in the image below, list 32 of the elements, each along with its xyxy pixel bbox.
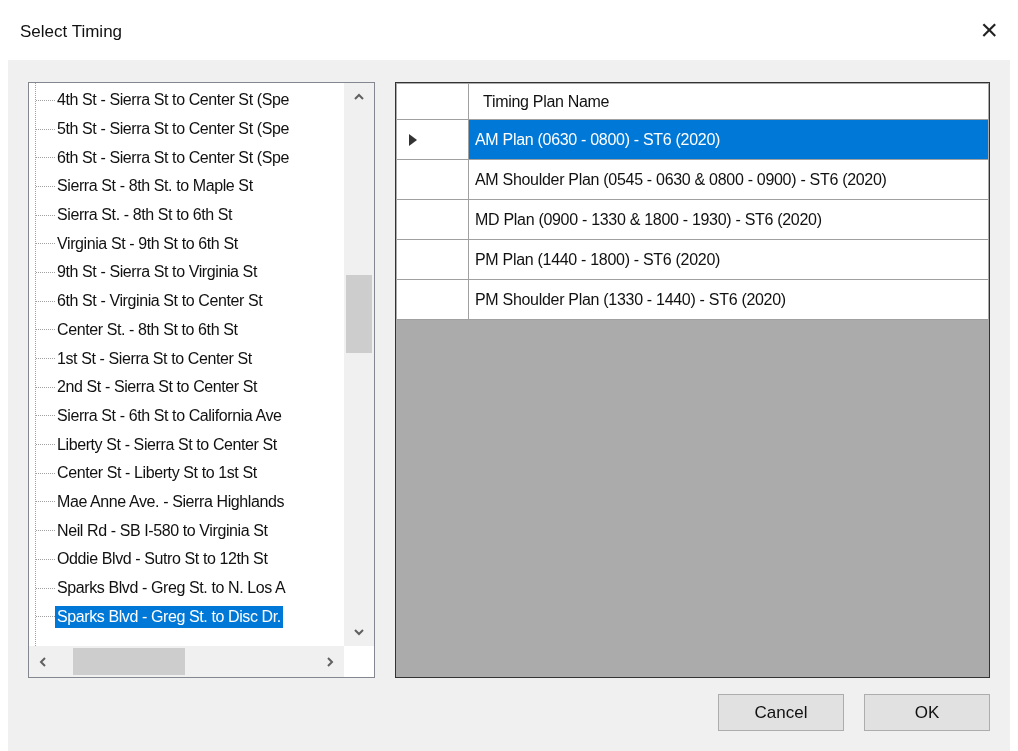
tree-item[interactable]: Oddie Blvd - Sutro St to 12th St bbox=[55, 548, 270, 571]
table-cell[interactable]: AM Plan (0630 - 0800) - ST6 (2020) bbox=[469, 120, 988, 159]
tree-item[interactable]: Sparks Blvd - Greg St. to N. Los A bbox=[55, 577, 288, 600]
scroll-left-icon[interactable] bbox=[37, 655, 49, 668]
tree-item[interactable]: 9th St - Sierra St to Virginia St bbox=[55, 261, 259, 284]
window-title: Select Timing bbox=[20, 21, 123, 44]
tree-item[interactable]: 6th St - Sierra St to Center St (Spe bbox=[55, 146, 291, 169]
tree-item[interactable]: Sierra St - 8th St. to Maple St bbox=[55, 175, 255, 198]
tree-item[interactable]: Liberty St - Sierra St to Center St bbox=[55, 433, 279, 456]
tree-item[interactable]: Sierra St. - 8th St to 6th St bbox=[55, 204, 235, 227]
close-button[interactable]: × bbox=[976, 15, 1002, 45]
tree-item[interactable]: 4th St - Sierra St to Center St (Spe bbox=[55, 89, 291, 112]
cancel-button[interactable]: Cancel bbox=[718, 694, 844, 731]
scroll-right-icon[interactable] bbox=[324, 655, 336, 668]
scrollbar-thumb[interactable] bbox=[346, 275, 372, 353]
scroll-down-icon[interactable] bbox=[353, 626, 365, 638]
current-row-icon bbox=[409, 133, 417, 146]
tree-item[interactable]: Sierra St - 6th St to California Ave bbox=[55, 404, 284, 427]
tree-item[interactable]: 1st St - Sierra St to Center St bbox=[55, 347, 254, 370]
vertical-scrollbar[interactable] bbox=[344, 83, 374, 646]
scrollbar-thumb[interactable] bbox=[73, 648, 185, 675]
tree-item[interactable]: 5th St - Sierra St to Center St (Spe bbox=[55, 118, 291, 141]
tree-item[interactable]: Center St - Liberty St to 1st St bbox=[55, 462, 259, 485]
tree-item[interactable]: Sparks Blvd - Greg St. to Disc Dr. bbox=[55, 605, 283, 628]
tree-item[interactable]: Neil Rd - SB I-580 to Virginia St bbox=[55, 519, 270, 542]
ok-button[interactable]: OK bbox=[864, 694, 990, 731]
tree-item[interactable]: 6th St - Virginia St to Center St bbox=[55, 290, 265, 313]
tree-item[interactable]: 2nd St - Sierra St to Center St bbox=[55, 376, 260, 399]
horizontal-scrollbar[interactable] bbox=[29, 646, 344, 677]
tree-item[interactable]: Virginia St - 9th St to 6th St bbox=[55, 232, 240, 255]
tree-item[interactable]: Mae Anne Ave. - Sierra Highlands bbox=[55, 490, 287, 513]
tree-item[interactable]: Center St. - 8th St to 6th St bbox=[55, 318, 240, 341]
